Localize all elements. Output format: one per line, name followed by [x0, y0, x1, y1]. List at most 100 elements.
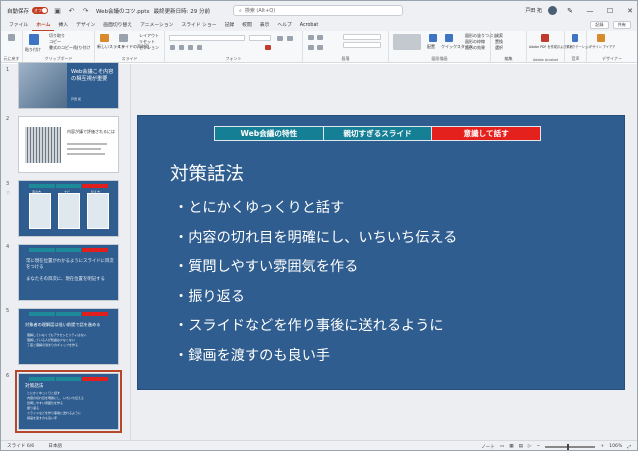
slide-sorter-icon[interactable]: ▦	[509, 444, 513, 449]
paste-button[interactable]: 貼り付け	[25, 47, 41, 53]
tab-home[interactable]: ホーム	[32, 20, 55, 31]
strikethrough-icon[interactable]	[197, 45, 202, 50]
record-button[interactable]: 記録	[590, 21, 609, 29]
tab-help[interactable]: ヘルプ	[273, 20, 295, 31]
zoom-out-icon[interactable]: −	[536, 444, 540, 449]
tab-transitions[interactable]: 画面切り替え	[99, 20, 136, 31]
slide-thumbnails-panel[interactable]: 1 Web会議こそ内容の相互視が重要 戸田 拓 2 内容が議で評価されるには 3…	[1, 62, 131, 440]
numbering-icon[interactable]	[317, 35, 323, 40]
group-clipboard: 貼り付け 切り取り コピー 書式のコピー/貼り付け クリップボード	[23, 31, 95, 63]
tab-view[interactable]: 表示	[256, 20, 274, 31]
adobe-pdf-icon[interactable]	[541, 34, 549, 42]
designer-icon[interactable]	[597, 34, 605, 42]
zoom-level[interactable]: 106%	[609, 444, 622, 449]
group-drawing: 配置 クイックスタイル 図形の塗りつぶし 図形の枠線 図形の効果 図形描画	[389, 31, 497, 63]
grow-font-icon[interactable]	[277, 36, 283, 41]
font-color-icon[interactable]	[265, 45, 271, 50]
shape-effects-button[interactable]: 図形の効果	[465, 45, 485, 51]
bullet-item[interactable]: 振り返る	[174, 286, 457, 316]
bullet-item[interactable]: 録画を渡すのも良い手	[174, 345, 457, 375]
header-tab-speak[interactable]: 意識して話す	[432, 127, 541, 140]
zoom-in-icon[interactable]: +	[600, 444, 604, 449]
slide-thumbnail-2[interactable]: 内容が議で評価されるには	[18, 116, 119, 173]
share-button[interactable]: 共有	[612, 21, 631, 29]
bullets-icon[interactable]	[308, 35, 314, 40]
tab-insert[interactable]: 挿入	[54, 20, 72, 31]
undo-icon[interactable]	[8, 34, 15, 41]
minimize-icon[interactable]: —	[583, 7, 597, 15]
avatar[interactable]	[548, 6, 557, 15]
autosave-toggle[interactable]: オフ	[32, 7, 49, 14]
font-family-select[interactable]	[169, 35, 245, 41]
thumb-6-line: スライドなどを作り事後に送れるように	[27, 411, 82, 415]
undo-icon[interactable]: ↶	[67, 6, 76, 15]
user-name[interactable]: 戸田 拓	[525, 7, 542, 14]
align-center-icon[interactable]	[317, 45, 323, 50]
thumb-star-icon: ☆	[6, 190, 11, 196]
tab-animations[interactable]: アニメーション	[136, 20, 177, 31]
tab-review[interactable]: 校閲	[238, 20, 256, 31]
slide-title[interactable]: 対策話法	[170, 160, 244, 186]
group-font-label: フォント	[225, 56, 242, 61]
tab-acrobat[interactable]: Acrobat	[296, 20, 323, 31]
paste-icon[interactable]	[29, 34, 39, 45]
notes-button[interactable]: ノート	[481, 444, 495, 450]
save-icon[interactable]: ▣	[53, 6, 62, 15]
bullet-item[interactable]: 内容の切れ目を明確にし、いちいち伝える	[174, 227, 457, 257]
design-ideas-button[interactable]: デザイン アイデア	[589, 44, 615, 49]
format-painter-button[interactable]: 書式のコピー/貼り付け	[49, 45, 90, 51]
shrink-font-icon[interactable]	[287, 36, 293, 41]
quick-styles-icon[interactable]	[445, 34, 453, 42]
tab-design[interactable]: デザイン	[72, 20, 99, 31]
slide-thumbnail-5[interactable]: 対象者の理解度は低い前提で話を進める 理解していなくてもアクセシビリティはない …	[18, 308, 119, 365]
close-icon[interactable]: ✕	[623, 7, 637, 15]
italic-icon[interactable]	[179, 45, 184, 50]
bullet-item[interactable]: スライドなどを作り事後に送れるように	[174, 315, 457, 345]
align-text-select[interactable]	[343, 42, 381, 48]
new-slide-icon[interactable]	[100, 34, 109, 42]
underline-icon[interactable]	[188, 45, 193, 50]
select-button[interactable]: 選択	[495, 45, 503, 51]
thumb-4-header	[29, 248, 109, 252]
text-direction-select[interactable]	[343, 34, 381, 40]
tab-slideshow[interactable]: スライド ショー	[177, 20, 220, 31]
shapes-gallery[interactable]	[393, 34, 421, 50]
pen-icon[interactable]: ✎	[563, 7, 577, 15]
reading-view-icon[interactable]: ▤	[519, 444, 523, 449]
font-size-select[interactable]	[249, 35, 271, 41]
current-slide[interactable]: Web会議の特性 親切すぎるスライド 意識して話す 対策話法 とにかくゆっくりと…	[137, 115, 625, 390]
slideshow-icon[interactable]: ▷	[528, 444, 532, 449]
slide-thumbnail-1[interactable]: Web会議こそ内容の相互視が重要 戸田 拓	[18, 62, 119, 109]
search-icon: ⌕	[239, 7, 242, 14]
group-paragraph: 段落	[303, 31, 389, 63]
arrange-button[interactable]: 配置	[427, 44, 435, 50]
fit-slide-icon[interactable]: ⤢	[627, 444, 631, 450]
header-tab-web-meeting[interactable]: Web会議の特性	[215, 127, 324, 140]
zoom-slider[interactable]	[545, 443, 596, 450]
arrange-icon[interactable]	[429, 34, 437, 42]
normal-view-icon[interactable]: ▭	[500, 444, 504, 449]
reuse-slide-icon[interactable]	[119, 34, 128, 42]
slide-thumbnail-4[interactable]: 常に現在位置がわかるようにスライドに目次をつける まなたその目次に、現在位置を明…	[18, 244, 119, 301]
slide-thumbnail-3[interactable]: 手の方 ナビ 伝え方	[18, 180, 119, 237]
language-indicator[interactable]: 日本語	[48, 443, 62, 449]
section-button[interactable]: セクション	[139, 45, 159, 51]
redo-icon[interactable]: ↷	[81, 6, 90, 15]
thumb-2-line	[67, 153, 105, 155]
slide-editor[interactable]: Web会議の特性 親切すぎるスライド 意識して話す 対策話法 とにかくゆっくりと…	[132, 64, 637, 440]
tab-file[interactable]: ファイル	[5, 20, 32, 31]
thumb-3-card	[58, 193, 80, 229]
file-title[interactable]: Web会議のコツ.pptx 最終更新日時: 29 分前	[96, 7, 210, 15]
search-input[interactable]: ⌕ 検索 (Alt+Q)	[233, 5, 403, 16]
slide-bullet-list[interactable]: とにかくゆっくりと話す 内容の切れ目を明確にし、いちいち伝える 質問しやすい雰囲…	[174, 197, 457, 374]
microphone-icon[interactable]	[572, 34, 578, 42]
tab-record[interactable]: 記録	[221, 20, 239, 31]
bold-icon[interactable]	[170, 45, 175, 50]
header-tab-kind-slide[interactable]: 親切すぎるスライド	[323, 127, 433, 140]
thumb-6-line: とにかくゆっくりと話す	[27, 391, 61, 395]
slide-thumbnail-6[interactable]: 対策話法 とにかくゆっくりと話す 内容の切れ目を明確にし、いちいち伝える 質問し…	[15, 370, 122, 433]
bullet-item[interactable]: 質問しやすい雰囲気を作る	[174, 256, 457, 286]
bullet-item[interactable]: とにかくゆっくりと話す	[174, 197, 457, 227]
maximize-icon[interactable]: ☐	[603, 7, 617, 15]
align-left-icon[interactable]	[308, 45, 314, 50]
